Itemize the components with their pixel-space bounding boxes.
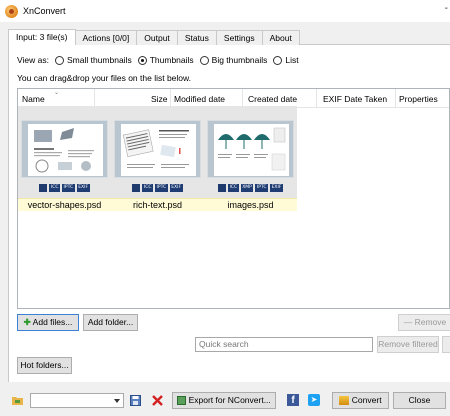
column-name[interactable]: Name: [22, 94, 45, 104]
quick-search-input[interactable]: Quick search: [195, 337, 373, 352]
sort-indicator-icon: ⌄: [54, 90, 60, 96]
column-properties[interactable]: Properties: [399, 94, 438, 104]
drag-drop-hint: You can drag&drop your files on the list…: [17, 73, 192, 83]
thumbnail-image: [21, 120, 108, 178]
add-icon: ✚: [23, 317, 31, 327]
remove-button[interactable]: — Remove: [398, 314, 450, 331]
badge-iptc: IPTC: [62, 184, 75, 192]
column-divider: [316, 89, 317, 108]
thumbnail-image: [207, 120, 294, 178]
overflow-button[interactable]: [442, 336, 450, 353]
convert-icon: [339, 396, 350, 406]
badge-icc: ICC: [49, 184, 61, 192]
file-thumbnail[interactable]: ICC IPTC EXIF vector-shapes.psd: [18, 106, 111, 211]
badge-exif: EXIF: [76, 184, 90, 192]
column-exif-date[interactable]: EXIF Date Taken: [323, 94, 387, 104]
remove-filtered-button[interactable]: Remove filtered: [377, 336, 439, 353]
file-name: vector-shapes.psd: [18, 198, 111, 211]
tab-settings[interactable]: Settings: [215, 30, 263, 45]
folder-icon[interactable]: [12, 395, 23, 406]
export-nconvert-button[interactable]: Export for NConvert...: [172, 392, 276, 409]
document-icon: [39, 184, 48, 192]
add-folder-button[interactable]: Add folder...: [83, 314, 138, 331]
close-button[interactable]: Close: [393, 392, 446, 409]
view-as-label: View as:: [17, 55, 49, 65]
add-files-button[interactable]: ✚ Add files...: [17, 314, 79, 331]
add-files-label: Add files...: [32, 317, 73, 327]
remove-icon: —: [403, 317, 413, 327]
badge-exif: EXIF: [270, 184, 283, 192]
view-as-group: View as: Small thumbnails Thumbnails Big…: [17, 55, 299, 65]
thumbnails-label[interactable]: Thumbnails: [150, 55, 194, 65]
twitter-icon[interactable]: ➤: [308, 394, 320, 406]
thumbnails-radio[interactable]: [137, 55, 147, 65]
small-thumbnails-radio[interactable]: [54, 55, 64, 65]
file-name: rich-text.psd: [111, 198, 204, 211]
file-thumbnail[interactable]: ICC IPTC EXIF rich-text.psd: [111, 106, 204, 211]
badge-icc: ICC: [228, 184, 239, 192]
file-name: images.psd: [204, 198, 297, 211]
tab-output[interactable]: Output: [136, 30, 178, 45]
list-radio[interactable]: [273, 55, 283, 65]
delete-red-x-icon[interactable]: [152, 395, 163, 406]
column-size[interactable]: Size: [151, 94, 168, 104]
document-icon: [132, 184, 141, 192]
tab-input[interactable]: Input: 3 file(s): [8, 29, 76, 45]
metadata-badges: ICC IPTC EXIF: [111, 184, 204, 194]
column-created-date[interactable]: Created date: [248, 94, 297, 104]
metadata-badges: ICC IPTC EXIF: [18, 184, 111, 194]
list-label[interactable]: List: [285, 55, 298, 65]
convert-button[interactable]: Convert: [332, 392, 389, 409]
title-bar: XnConvert -: [0, 0, 450, 22]
xnconvert-logo-icon: [5, 4, 18, 18]
document-icon: [218, 184, 227, 192]
export-icon: [177, 396, 187, 406]
thumbnail-image: [114, 120, 201, 178]
badge-iptc: IPTC: [155, 184, 168, 192]
big-thumbnails-radio[interactable]: [199, 55, 209, 65]
badge-icc: ICC: [142, 184, 154, 192]
minimize-button[interactable]: -: [445, 3, 448, 14]
remove-label: Remove: [414, 317, 447, 327]
vector-shapes-preview-icon: [34, 128, 94, 173]
rich-text-preview-icon: [122, 129, 189, 168]
file-thumbnail[interactable]: ICC XMP IPTC EXIF images.psd: [204, 106, 297, 211]
tab-actions[interactable]: Actions [0/0]: [74, 30, 138, 45]
tab-bar: Input: 3 file(s) Actions [0/0] Output St…: [8, 29, 300, 45]
badge-iptc: IPTC: [255, 184, 269, 192]
export-label: Export for NConvert...: [188, 395, 271, 405]
window-title: XnConvert: [23, 6, 66, 16]
badge-exif: EXIF: [169, 184, 183, 192]
tab-about[interactable]: About: [261, 30, 300, 45]
preset-dropdown[interactable]: [30, 393, 124, 408]
badge-xmp: XMP: [240, 184, 254, 192]
images-preview-icon: [218, 127, 286, 171]
column-divider: [395, 89, 396, 108]
big-thumbnails-label[interactable]: Big thumbnails: [212, 55, 268, 65]
tab-status[interactable]: Status: [176, 30, 217, 45]
hot-folders-button[interactable]: Hot folders...: [17, 357, 72, 374]
save-icon[interactable]: [130, 395, 141, 406]
convert-label: Convert: [351, 395, 382, 405]
column-modified-date[interactable]: Modified date: [174, 94, 225, 104]
facebook-icon[interactable]: f: [287, 394, 299, 406]
metadata-badges: ICC XMP IPTC EXIF: [204, 184, 297, 194]
small-thumbnails-label[interactable]: Small thumbnails: [67, 55, 132, 65]
